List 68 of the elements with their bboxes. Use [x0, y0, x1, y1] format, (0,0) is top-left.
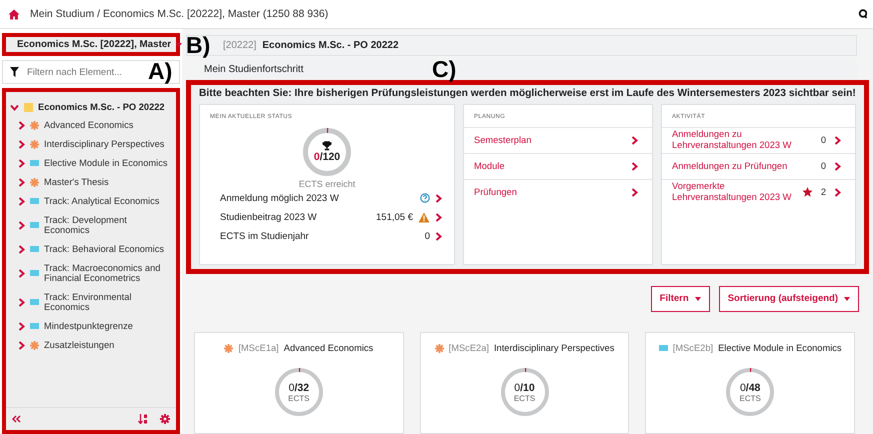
chevron-right-icon	[631, 136, 638, 145]
ects-total: 0/120	[314, 150, 340, 163]
settings-icon[interactable]	[160, 414, 170, 424]
tree-item[interactable]: Advanced Economics	[18, 116, 172, 134]
annotation-label: A)	[148, 60, 172, 83]
ects-total: 0/48	[740, 382, 760, 394]
status-row[interactable]: ECTS im Studienjahr 0	[200, 226, 454, 246]
progress-ring	[302, 126, 352, 177]
chevron-right-icon	[631, 188, 638, 197]
module-card[interactable]: [MScE1a] Advanced Economics 0/32 ECTS	[194, 332, 404, 434]
module-code: [MScE1a]	[238, 343, 279, 353]
module-title: Advanced Economics	[284, 343, 374, 353]
warning-icon	[418, 212, 430, 223]
chevron-right-icon	[834, 188, 841, 197]
ects-unit: ECTS	[740, 394, 761, 402]
breadcrumb: Mein Studium / Economics M.Sc. [20222], Master (1250 88 936)	[30, 8, 330, 20]
status-row[interactable]: Studienbeitrag 2023 W 151,05 €	[200, 208, 454, 227]
tree-item[interactable]: Track: Behavioral Economics	[18, 240, 172, 258]
help-icon	[420, 193, 430, 204]
notice-text: Bitte beachten Sie: Ihre bisherigen Prüfungsleistungen werden möglicherweise erst im Laufe des Wintersemesters 2023 sichtbar sein!	[199, 88, 856, 99]
module-card[interactable]: [MScE2b] Elective Module in Economics 0/48 ECTS	[645, 332, 856, 434]
sort-icon[interactable]	[138, 414, 148, 424]
planning-link[interactable]: Prüfungen	[464, 178, 652, 205]
planning-link[interactable]: Semesterplan	[464, 126, 652, 153]
tree-item[interactable]: Interdisciplinary Perspectives	[18, 135, 172, 153]
progress-ring	[500, 367, 550, 417]
dropdown-button[interactable]: Filtern	[650, 286, 710, 312]
progress-ring	[274, 367, 324, 417]
program-title: Economics M.Sc. - PO 20222	[262, 40, 399, 52]
tree-item[interactable]: Zusatzleistungen	[18, 336, 172, 354]
ects-unit: ECTS	[288, 394, 310, 402]
program-selector[interactable]: Economics M.Sc. [20222], Master	[2, 33, 180, 56]
program-code: [20222]	[223, 40, 256, 52]
ring-caption: ECTS erreicht	[298, 178, 356, 189]
planning-link[interactable]: Module	[464, 152, 652, 179]
annotation-label: B)	[186, 34, 210, 57]
chevron-right-icon	[631, 162, 638, 171]
funnel-icon	[10, 67, 19, 77]
activity-link[interactable]: Anmeldungen zu Prüfungen 0	[662, 152, 855, 179]
home-icon[interactable]	[8, 8, 20, 20]
tree-item[interactable]: Elective Module in Economics	[18, 154, 172, 172]
collapse-icon[interactable]	[12, 415, 21, 423]
tree-item[interactable]: Track: Macroeconomics and Financial Econometrics	[18, 259, 172, 287]
activity-link[interactable]: Anmeldungen zu Lehrveranstaltungen 2023 W 0	[662, 126, 855, 153]
module-title: Elective Module in Economics	[718, 343, 842, 353]
tree-item[interactable]: Track: Development Economics	[18, 211, 172, 239]
chevron-right-icon	[834, 136, 841, 145]
module-title: Interdisciplinary Perspectives	[494, 343, 614, 353]
module-code: [MScE2b]	[672, 343, 714, 353]
dropdown-button[interactable]: Sortierung (aufsteigend)	[718, 286, 859, 312]
tree-item[interactable]: Track: Environmental Economics	[18, 288, 172, 316]
tree-item[interactable]: Track: Analytical Economics	[18, 192, 172, 210]
tree-item[interactable]: Master's Thesis	[18, 173, 172, 191]
module-card[interactable]: [MScE2a] Interdisciplinary Perspectives 0/10 ECTS	[420, 332, 630, 434]
chevron-right-icon	[834, 162, 841, 171]
tree-item[interactable]: Mindestpunktegrenze	[18, 317, 172, 335]
trophy-icon	[322, 140, 332, 151]
ects-total: 0/32	[288, 382, 310, 394]
search-icon[interactable]	[858, 8, 867, 20]
module-code: [MScE2a]	[448, 343, 489, 353]
status-row[interactable]: Anmeldung möglich 2023 W	[200, 188, 454, 208]
tree-item[interactable]: Economics M.Sc. - PO 20222	[10, 98, 172, 116]
ects-unit: ECTS	[514, 394, 536, 402]
caret-icon	[176, 42, 182, 46]
progress-ring	[725, 367, 776, 417]
activity-link[interactable]: Vorgemerkte Lehrveranstaltungen 2023 W 2	[662, 178, 855, 205]
annotation-label: C)	[432, 58, 456, 81]
ects-total: 0/10	[514, 382, 535, 394]
